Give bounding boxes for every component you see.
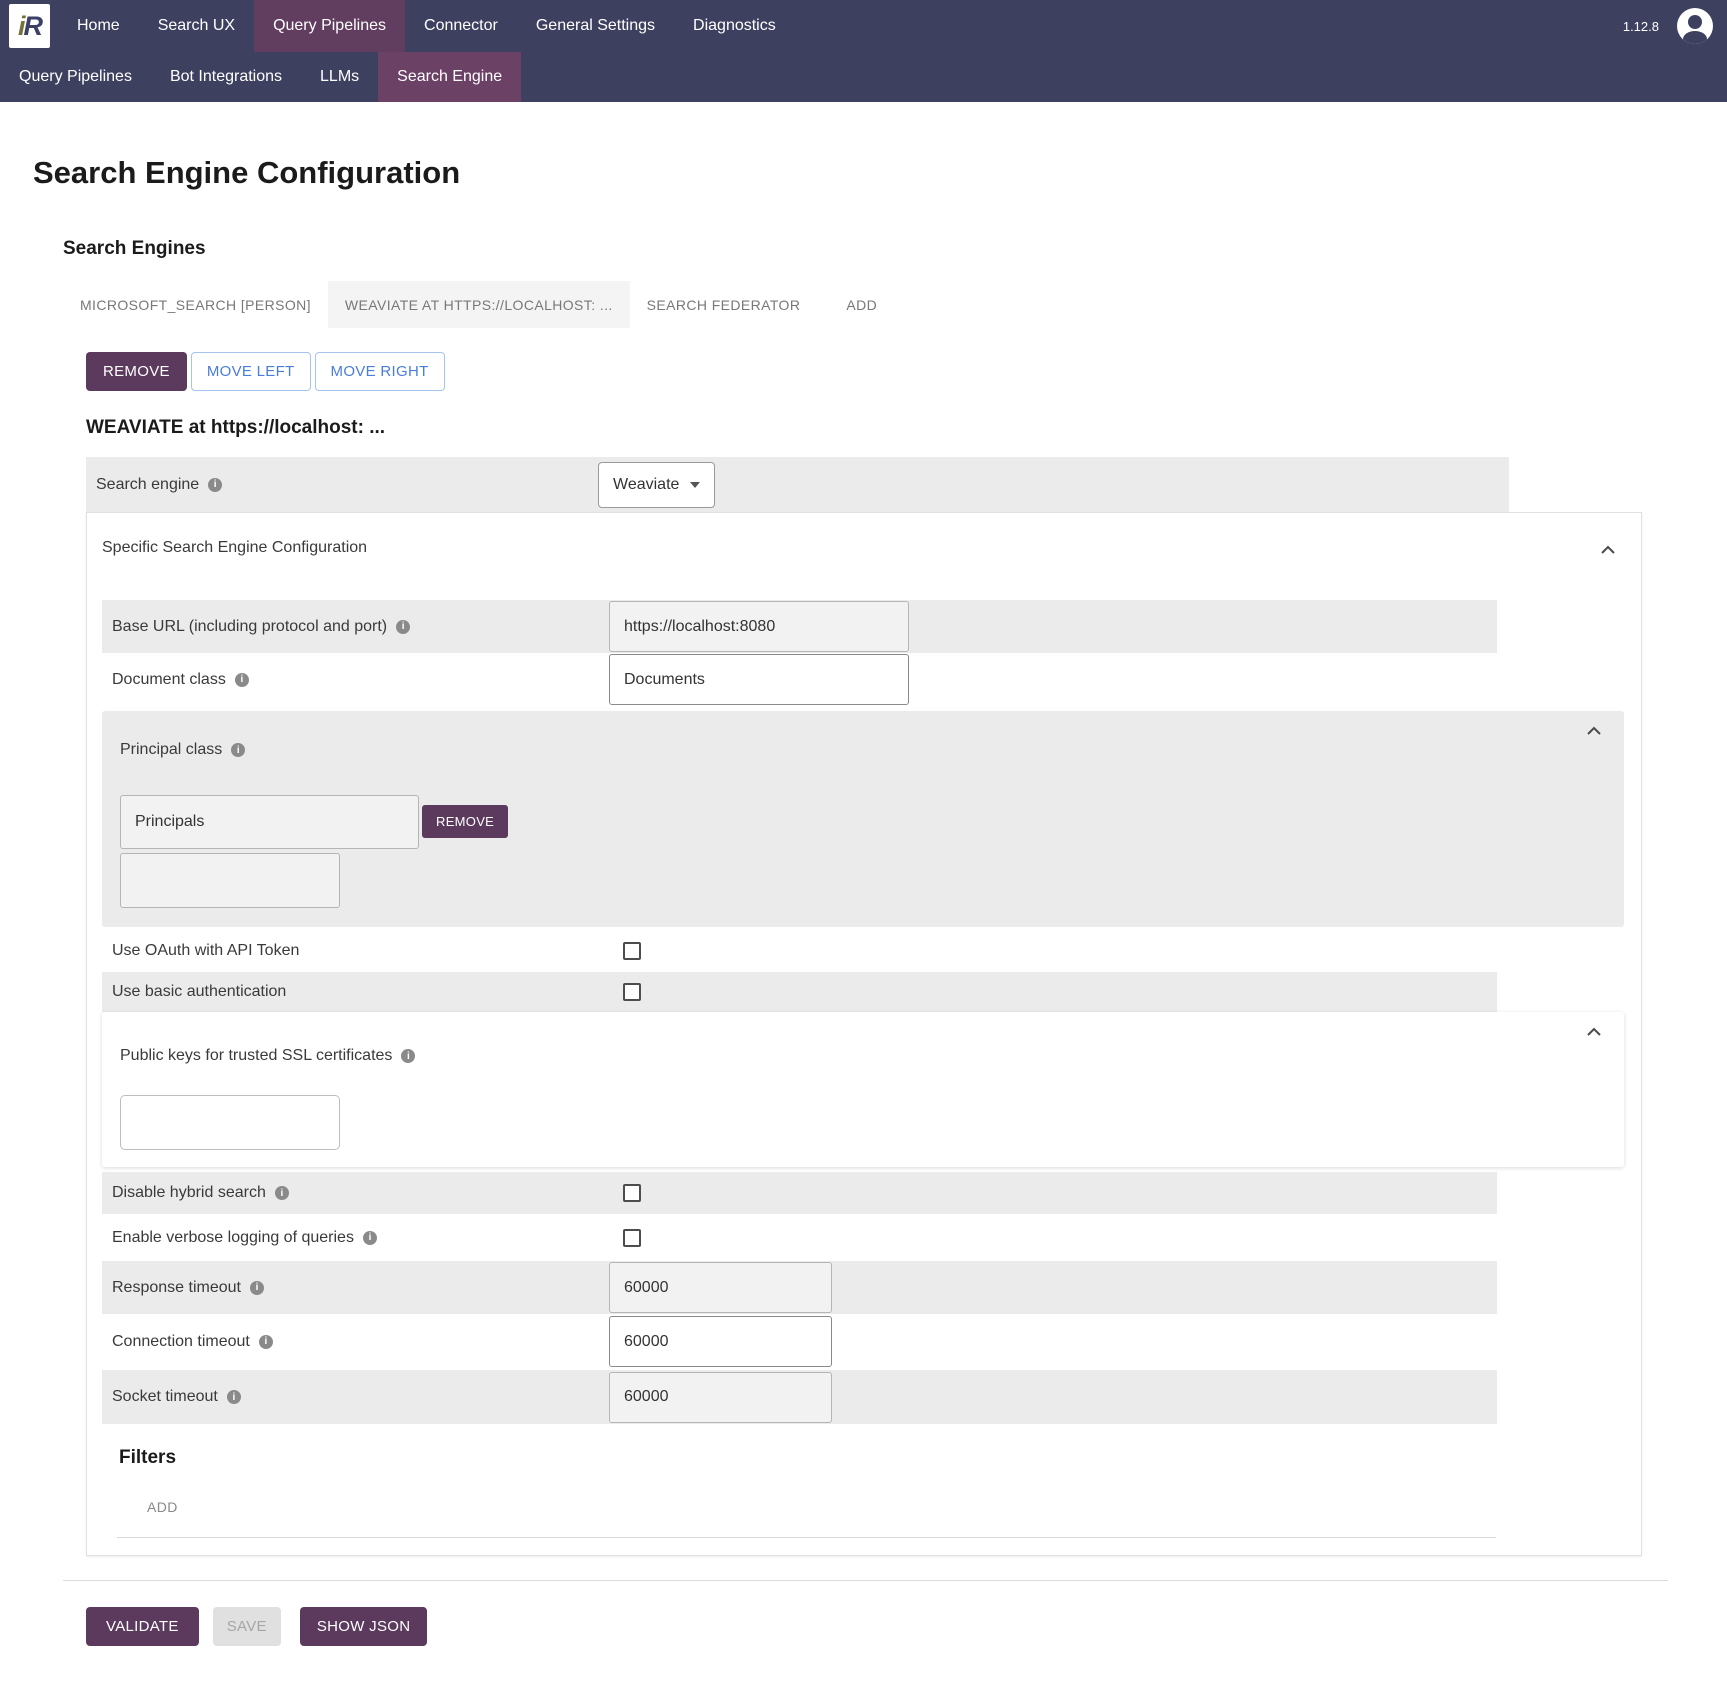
document-class-input[interactable]	[609, 654, 909, 705]
user-avatar-icon[interactable]	[1677, 8, 1713, 44]
info-icon[interactable]: i	[275, 1186, 289, 1200]
socket-timeout-input[interactable]	[609, 1372, 832, 1423]
verbose-logging-checkbox[interactable]	[623, 1229, 641, 1247]
response-timeout-label: Response timeout	[112, 1279, 241, 1297]
info-icon[interactable]: i	[231, 743, 245, 757]
use-oauth-checkbox[interactable]	[623, 942, 641, 960]
connection-timeout-label: Connection timeout	[112, 1333, 250, 1351]
collapse-principal-panel-button[interactable]	[1584, 723, 1604, 740]
info-icon[interactable]: i	[227, 1390, 241, 1404]
tab-actions: REMOVE MOVE LEFT MOVE RIGHT	[86, 352, 1727, 391]
basic-auth-label: Use basic authentication	[112, 983, 286, 1001]
collapse-card-button[interactable]	[1597, 541, 1619, 559]
collapse-public-keys-panel-button[interactable]	[1584, 1024, 1604, 1041]
nav-item-search-ux[interactable]: Search UX	[139, 0, 254, 52]
principal-class-input[interactable]	[120, 795, 419, 849]
sub-navigation: Query Pipelines Bot Integrations LLMs Se…	[0, 52, 1727, 102]
field-row-disable-hybrid: Disable hybrid search i	[102, 1172, 1497, 1214]
response-timeout-input[interactable]	[609, 1262, 832, 1313]
field-row-document-class: Document class i	[102, 653, 1497, 706]
subnav-item-bot-integrations[interactable]: Bot Integrations	[151, 52, 301, 102]
field-row-response-timeout: Response timeout i	[102, 1261, 1497, 1314]
verbose-logging-label: Enable verbose logging of queries	[112, 1229, 354, 1247]
principal-class-panel: Principal class i REMOVE	[102, 711, 1624, 927]
nav-item-query-pipelines[interactable]: Query Pipelines	[254, 0, 405, 52]
public-keys-panel: Public keys for trusted SSL certificates…	[102, 1012, 1624, 1167]
nav-item-diagnostics[interactable]: Diagnostics	[674, 0, 795, 52]
tab-add[interactable]: ADD	[829, 281, 894, 328]
disable-hybrid-checkbox[interactable]	[623, 1184, 641, 1202]
socket-timeout-label: Socket timeout	[112, 1388, 218, 1406]
field-row-socket-timeout: Socket timeout i	[102, 1370, 1497, 1424]
footer-actions: VALIDATE SAVE SHOW JSON	[86, 1607, 1727, 1646]
use-oauth-label: Use OAuth with API Token	[112, 942, 299, 960]
connection-timeout-input[interactable]	[609, 1316, 832, 1367]
info-icon[interactable]: i	[250, 1281, 264, 1295]
principal-class-label: Principal class	[120, 741, 222, 759]
move-right-button[interactable]: MOVE RIGHT	[315, 352, 445, 391]
save-button[interactable]: SAVE	[213, 1607, 281, 1646]
tab-weaviate[interactable]: WEAVIATE AT HTTPS://LOCALHOST: ...	[328, 281, 630, 328]
basic-auth-checkbox[interactable]	[623, 983, 641, 1001]
page-divider	[63, 1580, 1668, 1581]
filters-heading: Filters	[119, 1447, 1626, 1469]
field-row-basic-auth: Use basic authentication	[102, 972, 1497, 1012]
document-class-label: Document class	[112, 671, 226, 689]
chevron-up-icon	[1586, 725, 1602, 738]
field-row-use-oauth: Use OAuth with API Token	[102, 929, 1497, 972]
specific-config-title: Specific Search Engine Configuration	[102, 539, 367, 556]
public-keys-label: Public keys for trusted SSL certificates	[120, 1047, 392, 1065]
nav-item-general-settings[interactable]: General Settings	[517, 0, 674, 52]
app-logo[interactable]: iR	[9, 4, 50, 48]
specific-config-card: Specific Search Engine Configuration Bas…	[86, 512, 1642, 1556]
nav-item-home[interactable]: Home	[58, 0, 139, 52]
new-public-key-input[interactable]	[120, 1095, 340, 1150]
info-icon[interactable]: i	[235, 673, 249, 687]
base-url-input[interactable]	[609, 601, 909, 652]
card-divider	[117, 1537, 1496, 1538]
top-navigation: iR Home Search UX Query Pipelines Connec…	[0, 0, 1727, 52]
nav-item-connector[interactable]: Connector	[405, 0, 517, 52]
new-principal-class-input[interactable]	[120, 853, 340, 908]
validate-button[interactable]: VALIDATE	[86, 1607, 199, 1646]
chevron-up-icon	[1599, 543, 1617, 557]
disable-hybrid-label: Disable hybrid search	[112, 1184, 266, 1202]
subnav-item-query-pipelines[interactable]: Query Pipelines	[0, 52, 151, 102]
chevron-down-icon	[690, 482, 700, 488]
engine-tab-bar: MICROSOFT_SEARCH [PERSON] WEAVIATE AT HT…	[63, 281, 1727, 328]
field-row-verbose-logging: Enable verbose logging of queries i	[102, 1214, 1497, 1261]
logo-letter-r: R	[24, 11, 42, 42]
engine-heading: WEAVIATE at https://localhost: ...	[86, 417, 1727, 439]
main-content: Search Engine Configuration Search Engin…	[0, 155, 1727, 1646]
subnav-item-search-engine[interactable]: Search Engine	[378, 52, 521, 102]
info-icon[interactable]: i	[259, 1335, 273, 1349]
field-row-connection-timeout: Connection timeout i	[102, 1314, 1497, 1369]
search-engine-selected-value: Weaviate	[613, 476, 679, 494]
tab-search-federator[interactable]: SEARCH FEDERATOR	[630, 281, 818, 328]
add-filter-button[interactable]: ADD	[147, 1499, 178, 1515]
info-icon[interactable]: i	[208, 478, 222, 492]
search-engine-select[interactable]: Weaviate	[598, 462, 715, 508]
search-engine-row: Search engine i Weaviate	[86, 457, 1509, 512]
page-title: Search Engine Configuration	[33, 155, 1727, 191]
info-icon[interactable]: i	[396, 620, 410, 634]
chevron-up-icon	[1586, 1026, 1602, 1039]
subnav-item-llms[interactable]: LLMs	[301, 52, 378, 102]
move-left-button[interactable]: MOVE LEFT	[191, 352, 311, 391]
search-engines-heading: Search Engines	[63, 238, 1727, 260]
app-version: 1.12.8	[1623, 19, 1659, 34]
remove-principal-button[interactable]: REMOVE	[422, 805, 508, 838]
base-url-label: Base URL (including protocol and port)	[112, 618, 387, 636]
remove-engine-button[interactable]: REMOVE	[86, 352, 187, 391]
tab-microsoft-search[interactable]: MICROSOFT_SEARCH [PERSON]	[63, 281, 328, 328]
info-icon[interactable]: i	[401, 1049, 415, 1063]
show-json-button[interactable]: SHOW JSON	[300, 1607, 428, 1646]
info-icon[interactable]: i	[363, 1231, 377, 1245]
search-engine-label: Search engine	[96, 476, 199, 494]
field-row-base-url: Base URL (including protocol and port) i	[102, 600, 1497, 653]
